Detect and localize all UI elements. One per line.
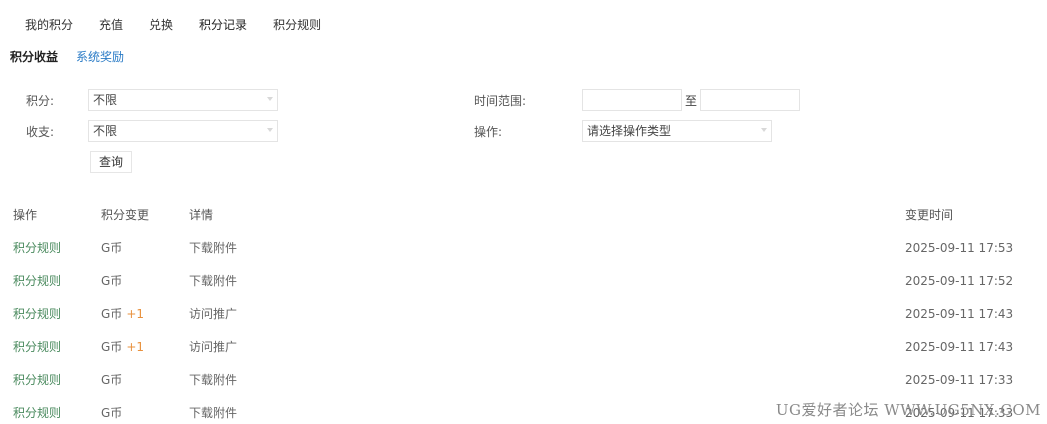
row-detail: 访问推广 — [189, 307, 238, 321]
table-row: 积分规则 G币 下载附件 2025-09-11 17:53 — [0, 238, 1047, 271]
currency-label: G币 — [101, 406, 123, 420]
income-expense-select[interactable]: 不限 — [88, 120, 278, 142]
row-time: 2025-09-11 17:33 — [905, 373, 1014, 387]
chevron-down-icon — [267, 128, 273, 132]
row-detail: 下载附件 — [189, 274, 238, 288]
row-operation-link[interactable]: 积分规则 — [13, 238, 61, 258]
query-button[interactable]: 查询 — [90, 151, 132, 173]
chevron-down-icon — [267, 97, 273, 101]
row-points-change: G币 — [101, 403, 126, 423]
currency-label: G币 — [101, 373, 123, 387]
row-detail: 访问推广 — [189, 340, 238, 354]
row-operation-link[interactable]: 积分规则 — [13, 370, 61, 390]
row-operation-link[interactable]: 积分规则 — [13, 403, 61, 423]
points-select[interactable]: 不限 — [88, 89, 278, 111]
income-expense-value: 不限 — [93, 124, 118, 138]
row-operation-link[interactable]: 积分规则 — [13, 304, 61, 324]
tab-my-points[interactable]: 我的积分 — [12, 14, 86, 36]
header-change-time: 变更时间 — [905, 208, 954, 222]
currency-label: G币 — [101, 340, 123, 354]
tab-points-record[interactable]: 积分记录 — [186, 14, 260, 36]
operation-type-value: 请选择操作类型 — [587, 124, 672, 138]
subtab-points-income[interactable]: 积分收益 — [10, 48, 58, 66]
tab-points-rules[interactable]: 积分规则 — [260, 14, 334, 36]
row-points-change: G币 — [101, 370, 126, 390]
row-points-change: G币 +1 — [101, 337, 144, 357]
header-points-change: 积分变更 — [101, 208, 150, 222]
operation-label: 操作: — [474, 125, 503, 139]
currency-label: G币 — [101, 307, 123, 321]
tab-recharge[interactable]: 充值 — [86, 14, 136, 36]
tab-exchange[interactable]: 兑换 — [136, 14, 186, 36]
table-row: 积分规则 G币 下载附件 2025-09-11 17:52 — [0, 271, 1047, 304]
row-detail: 下载附件 — [189, 373, 238, 387]
row-time: 2025-09-11 17:43 — [905, 307, 1014, 321]
row-points-change: G币 — [101, 271, 126, 291]
row-detail: 下载附件 — [189, 406, 238, 420]
subtab-system-rewards[interactable]: 系统奖励 — [76, 48, 124, 66]
header-operation: 操作 — [13, 208, 38, 222]
table-row: 积分规则 G币 +1 访问推广 2025-09-11 17:43 — [0, 304, 1047, 337]
row-time: 2025-09-11 17:53 — [905, 241, 1014, 255]
row-points-change: G币 +1 — [101, 304, 144, 324]
points-select-value: 不限 — [93, 93, 118, 107]
row-time: 2025-09-11 17:52 — [905, 274, 1014, 288]
row-operation-link[interactable]: 积分规则 — [13, 337, 61, 357]
time-range-label: 时间范围: — [474, 94, 527, 108]
currency-label: G币 — [101, 241, 123, 255]
table-row: 积分规则 G币 +1 访问推广 2025-09-11 17:43 — [0, 337, 1047, 370]
header-detail: 详情 — [189, 208, 214, 222]
date-range-separator: 至 — [685, 94, 698, 108]
start-date-input[interactable] — [582, 89, 682, 111]
points-amount: +1 — [126, 340, 145, 354]
site-watermark: UG爱好者论坛 WWW.UG5NX.COM — [775, 401, 1041, 419]
row-points-change: G币 — [101, 238, 126, 258]
sub-nav: 积分收益 系统奖励 — [10, 48, 124, 66]
operation-type-select[interactable]: 请选择操作类型 — [582, 120, 772, 142]
end-date-input[interactable] — [700, 89, 800, 111]
points-amount: +1 — [126, 307, 145, 321]
row-detail: 下载附件 — [189, 241, 238, 255]
row-time: 2025-09-11 17:43 — [905, 340, 1014, 354]
currency-label: G币 — [101, 274, 123, 288]
top-nav: 我的积分 充值 兑换 积分记录 积分规则 — [12, 14, 334, 36]
row-operation-link[interactable]: 积分规则 — [13, 271, 61, 291]
income-expense-label: 收支: — [26, 125, 55, 139]
points-filter-label: 积分: — [26, 94, 55, 108]
chevron-down-icon — [761, 128, 767, 132]
